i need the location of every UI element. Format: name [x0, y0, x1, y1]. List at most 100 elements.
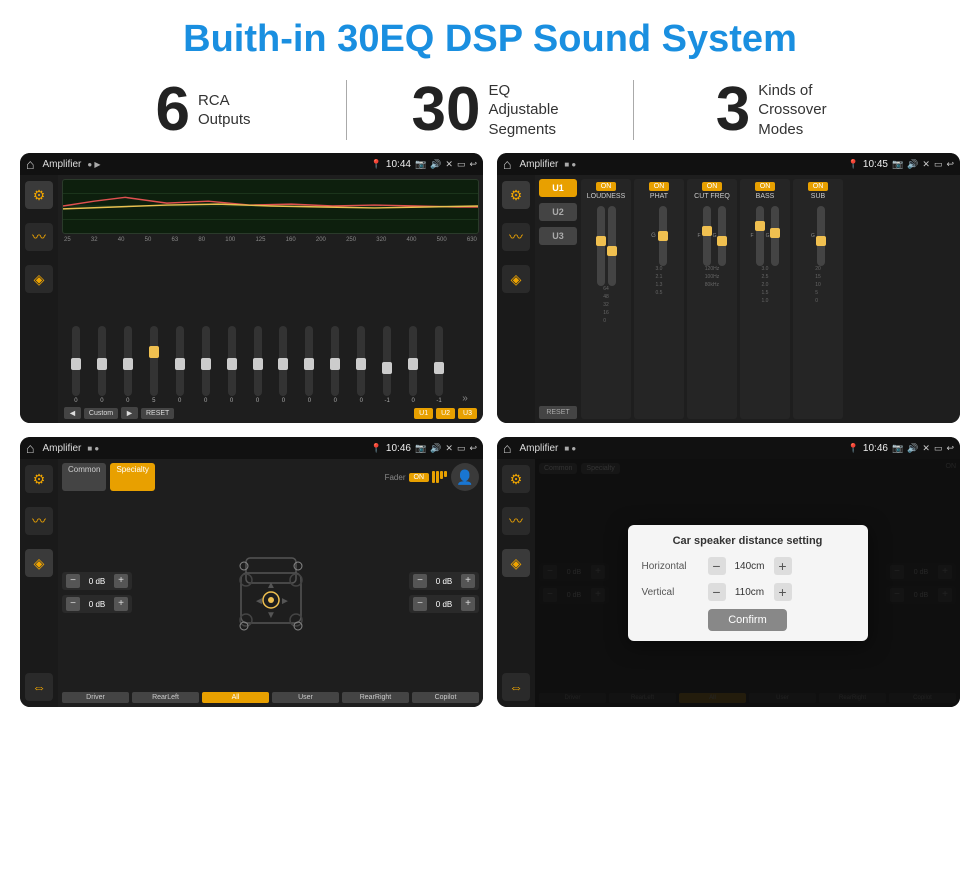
cutfreq-on[interactable]: ON [702, 182, 723, 191]
fr-minus[interactable]: − [413, 574, 427, 588]
status-dots-3: ■ ● [87, 444, 99, 453]
u1-button[interactable]: U1 [414, 408, 433, 419]
driver-btn[interactable]: Driver [62, 692, 129, 703]
prev-button[interactable]: ◄ [64, 407, 81, 419]
status-dots-4: ■ ● [564, 444, 576, 453]
eq-slider-12[interactable]: -1 [375, 326, 399, 404]
rl-value: 0 dB [83, 600, 111, 609]
home-icon-4[interactable]: ⌂ [503, 440, 511, 456]
back-icon-1: ↩ [469, 159, 477, 170]
location-icon-4: 📍 [848, 443, 859, 454]
eq-slider-8[interactable]: 0 [272, 326, 296, 404]
eq-icon-4[interactable]: ⚙ [502, 465, 530, 493]
wave-icon-3[interactable]: 〰 [25, 507, 53, 535]
crossover-reset[interactable]: RESET [539, 406, 577, 419]
x-icon-3: ✕ [445, 443, 453, 454]
home-icon-2[interactable]: ⌂ [503, 156, 511, 172]
sub-slider[interactable] [817, 206, 825, 266]
eq-icon[interactable]: ⚙ [25, 181, 53, 209]
cutfreq-slider-2[interactable] [718, 206, 726, 266]
phat-slider[interactable] [659, 206, 667, 266]
phat-on[interactable]: ON [649, 182, 670, 191]
next-button[interactable]: ► [121, 407, 138, 419]
fader-on-btn[interactable]: ON [409, 473, 430, 482]
specialty-tab[interactable]: Specialty [110, 463, 154, 491]
eq-slider-6[interactable]: 0 [220, 326, 244, 404]
arrows-icon[interactable]: ⇔ [25, 673, 53, 701]
user-btn[interactable]: User [272, 692, 339, 703]
home-icon-1[interactable]: ⌂ [26, 156, 34, 172]
eq-slider-5[interactable]: 0 [194, 326, 218, 404]
u1-select[interactable]: U1 [539, 179, 577, 197]
horizontal-minus[interactable]: − [708, 557, 726, 575]
fl-minus[interactable]: − [66, 574, 80, 588]
loudness-on[interactable]: ON [596, 182, 617, 191]
rearright-btn[interactable]: RearRight [342, 692, 409, 703]
wave-icon-4[interactable]: 〰 [502, 507, 530, 535]
u3-select[interactable]: U3 [539, 227, 577, 245]
rearleft-btn[interactable]: RearLeft [132, 692, 199, 703]
stat-crossover-label: Kinds ofCrossover Modes [758, 81, 838, 140]
status-bar-2: ⌂ Amplifier ■ ● 📍 10:45 📷 🔊 ✕ ▭ ↩ [497, 153, 960, 175]
reset-button[interactable]: RESET [141, 408, 174, 419]
camera-icon-3: 📷 [415, 443, 426, 454]
speaker-icon[interactable]: ◈ [25, 265, 53, 293]
expand-btn[interactable]: » [453, 393, 477, 404]
fader-bars [432, 471, 447, 483]
vertical-minus[interactable]: − [708, 583, 726, 601]
eq-icon-2[interactable]: ⚙ [502, 181, 530, 209]
loudness-slider-1[interactable] [597, 206, 605, 286]
speaker-icon-2[interactable]: ◈ [502, 265, 530, 293]
eq-slider-10[interactable]: 0 [323, 326, 347, 404]
horizontal-control: − 140cm + [708, 557, 854, 575]
u2-button[interactable]: U2 [436, 408, 455, 419]
camera-icon-1: 📷 [415, 159, 426, 170]
bass-slider-1[interactable] [756, 206, 764, 266]
loudness-freq-labels: 644832160 [603, 286, 609, 324]
eq-slider-4[interactable]: 0 [168, 326, 192, 404]
rl-plus[interactable]: + [114, 597, 128, 611]
eq-slider-9[interactable]: 0 [297, 326, 321, 404]
all-btn[interactable]: All [202, 692, 269, 703]
sub-on[interactable]: ON [808, 182, 829, 191]
cutfreq-slider-1[interactable] [703, 206, 711, 266]
home-icon-3[interactable]: ⌂ [26, 440, 34, 456]
u3-button[interactable]: U3 [458, 408, 477, 419]
common-tab[interactable]: Common [62, 463, 106, 491]
u2-select[interactable]: U2 [539, 203, 577, 221]
eq-slider-1[interactable]: 0 [90, 326, 114, 404]
left-controls: − 0 dB + − 0 dB + [62, 496, 132, 689]
crossover-panels: ON LOUDNESS 644832160 [581, 179, 956, 419]
status-right-3: 📍 10:46 📷 🔊 ✕ ▭ ↩ [371, 443, 477, 454]
speaker-icon-4[interactable]: ◈ [502, 549, 530, 577]
bass-on[interactable]: ON [755, 182, 776, 191]
vertical-plus[interactable]: + [774, 583, 792, 601]
eq-slider-13[interactable]: 0 [401, 326, 425, 404]
eq-slider-3[interactable]: 5 [142, 326, 166, 404]
horizontal-plus[interactable]: + [774, 557, 792, 575]
rr-plus[interactable]: + [461, 597, 475, 611]
loudness-title: LOUDNESS [587, 193, 626, 200]
fl-plus[interactable]: + [114, 574, 128, 588]
eq-slider-14[interactable]: -1 [427, 326, 451, 404]
rl-minus[interactable]: − [66, 597, 80, 611]
status-bar-1: ⌂ Amplifier ● ▶ 📍 10:44 📷 🔊 ✕ ▭ ↩ [20, 153, 483, 175]
bass-slider-2[interactable] [771, 206, 779, 266]
eq-slider-7[interactable]: 0 [246, 326, 270, 404]
speaker-icon-3[interactable]: ◈ [25, 549, 53, 577]
location-icon-1: 📍 [371, 159, 382, 170]
wave-icon[interactable]: 〰 [25, 223, 53, 251]
arrows-icon-4[interactable]: ⇔ [502, 673, 530, 701]
eq-slider-0[interactable]: 0 [64, 326, 88, 404]
wave-icon-2[interactable]: 〰 [502, 223, 530, 251]
cutfreq-labels: 120Hz100Hz80kHz [705, 266, 719, 288]
eq-icon-3[interactable]: ⚙ [25, 465, 53, 493]
loudness-slider-2[interactable] [608, 206, 616, 286]
rear-right-control: − 0 dB + [409, 595, 479, 613]
copilot-btn[interactable]: Copilot [412, 692, 479, 703]
fr-plus[interactable]: + [461, 574, 475, 588]
confirm-button[interactable]: Confirm [708, 609, 787, 631]
eq-slider-2[interactable]: 0 [116, 326, 140, 404]
rr-minus[interactable]: − [413, 597, 427, 611]
eq-slider-11[interactable]: 0 [349, 326, 373, 404]
